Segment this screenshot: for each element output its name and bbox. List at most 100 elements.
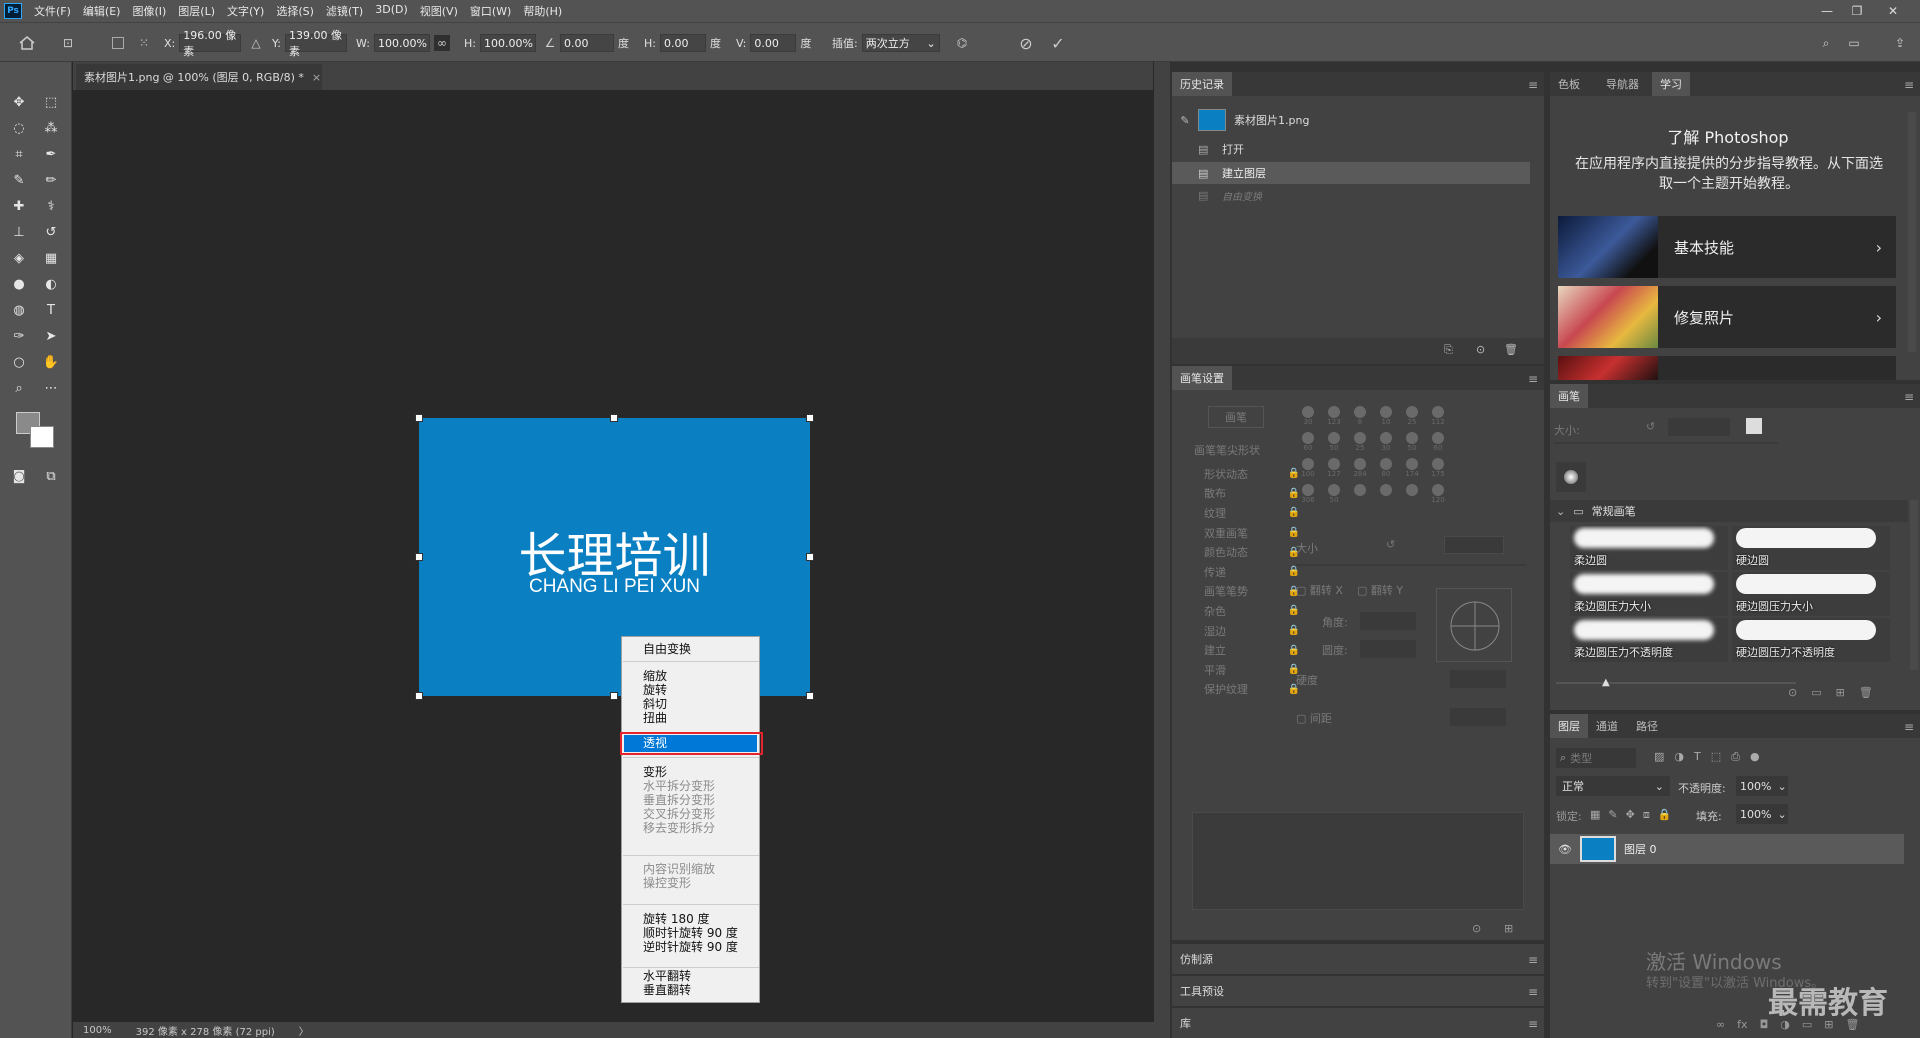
history-brush-icon[interactable]: ↺ bbox=[40, 222, 62, 242]
screen-mode-icon[interactable]: ⧉ bbox=[40, 466, 62, 486]
size-input[interactable] bbox=[1444, 536, 1504, 554]
document-tab-close-icon[interactable]: × bbox=[312, 71, 321, 84]
brush-tip[interactable]: 175 bbox=[1426, 458, 1450, 482]
link-layers-icon[interactable]: ∞ bbox=[1716, 1018, 1725, 1031]
panel-menu-icon[interactable]: ≡ bbox=[1528, 985, 1538, 999]
brush-tip[interactable] bbox=[1400, 484, 1424, 508]
brush-tip[interactable]: 60 bbox=[1426, 432, 1450, 456]
brush-option[interactable]: 保护纹理 🔒 bbox=[1190, 680, 1300, 700]
healing-tool-icon[interactable]: ✚ bbox=[8, 196, 30, 216]
pencil-tool-icon[interactable]: ✏ bbox=[40, 170, 62, 190]
brush-preset-icon[interactable] bbox=[1746, 418, 1762, 434]
h-input[interactable]: 100.00% bbox=[479, 34, 536, 52]
adjustment-layer-icon[interactable]: ◑ bbox=[1780, 1018, 1790, 1031]
gradient-tool-icon[interactable]: ▦ bbox=[40, 248, 62, 268]
menu-1[interactable]: 编辑(E) bbox=[77, 3, 127, 19]
brush-tip[interactable] bbox=[1374, 484, 1398, 508]
brush-preset[interactable]: 柔边圆压力不透明度 bbox=[1570, 618, 1728, 662]
eye-icon[interactable]: 👁 bbox=[1558, 843, 1572, 856]
home-icon[interactable] bbox=[18, 33, 36, 53]
pen-tool-icon[interactable]: ✑ bbox=[8, 326, 30, 346]
warp-mode-icon[interactable]: ⌬ bbox=[954, 33, 970, 53]
menu-item-rotate-ccw-90[interactable]: 逆时针旋转 90 度 bbox=[643, 940, 738, 954]
y-field[interactable]: Y: 139.00 像素 bbox=[272, 29, 347, 58]
brush-option[interactable]: 杂色 🔒 bbox=[1190, 601, 1300, 621]
menu-8[interactable]: 视图(V) bbox=[414, 3, 464, 19]
search-icon[interactable]: ⌕ bbox=[1818, 33, 1834, 53]
brush-option[interactable]: 颜色动态 🔒 bbox=[1190, 542, 1300, 562]
transform-handle-t[interactable] bbox=[610, 414, 618, 422]
stamp-tool-icon[interactable]: ⊥ bbox=[8, 222, 30, 242]
link-icon[interactable]: ∞ bbox=[434, 33, 450, 53]
lock-icon[interactable]: 🔒 bbox=[1288, 625, 1300, 636]
brush-tip[interactable]: 306 bbox=[1296, 484, 1320, 508]
hskew-input[interactable]: 0.00 bbox=[659, 34, 706, 52]
brush-tip[interactable]: 10 bbox=[1374, 406, 1398, 430]
tab-channels[interactable]: 通道 bbox=[1588, 714, 1626, 738]
marquee-tool-icon[interactable]: ⬚ bbox=[40, 92, 62, 112]
history-item-current[interactable]: ▤ 建立图层 bbox=[1172, 162, 1530, 184]
new-group-icon[interactable]: ▭ bbox=[1802, 1018, 1812, 1031]
lock-all-icon[interactable]: 🔒 bbox=[1658, 808, 1672, 822]
trash-icon[interactable]: 🗑 bbox=[1846, 1018, 1860, 1031]
y-input[interactable]: 139.00 像素 bbox=[284, 29, 347, 58]
filter-toggle-icon[interactable]: ● bbox=[1750, 750, 1760, 764]
transform-handle-bl[interactable] bbox=[415, 692, 423, 700]
type-tool-icon[interactable]: T bbox=[40, 300, 62, 320]
menu-0[interactable]: 文件(F) bbox=[28, 3, 77, 19]
toggle-preview-icon[interactable]: ⊙ bbox=[1788, 686, 1797, 699]
relative-position-icon[interactable]: △ bbox=[248, 33, 264, 53]
spacing-input[interactable] bbox=[1450, 708, 1506, 726]
brush-tip[interactable]: 50 bbox=[1322, 484, 1346, 508]
tab-paths[interactable]: 路径 bbox=[1628, 714, 1666, 738]
tab-layers[interactable]: 图层 bbox=[1550, 714, 1588, 738]
brush-option[interactable]: 传递 🔒 bbox=[1190, 562, 1300, 582]
tab-history[interactable]: 历史记录 bbox=[1172, 72, 1232, 96]
w-input[interactable]: 100.00% bbox=[373, 34, 430, 52]
path-select-icon[interactable]: ➤ bbox=[40, 326, 62, 346]
learn-card-partial[interactable] bbox=[1558, 356, 1896, 380]
brush-tip[interactable]: 284 bbox=[1348, 458, 1372, 482]
camera-icon[interactable]: ⊙ bbox=[1476, 343, 1485, 356]
layer-row[interactable]: 👁 图层 0 bbox=[1550, 834, 1904, 864]
add-mask-icon[interactable]: ◘ bbox=[1760, 1018, 1769, 1031]
vskew-field[interactable]: V: 0.00 度 bbox=[736, 33, 811, 53]
menu-item-free-transform[interactable]: 自由变换 bbox=[643, 642, 691, 656]
angle-input[interactable] bbox=[1360, 612, 1416, 630]
libraries-panel[interactable]: 库 ≡ bbox=[1172, 1008, 1544, 1038]
size-slider[interactable] bbox=[1296, 564, 1526, 566]
h-field[interactable]: H: 100.00% bbox=[464, 33, 536, 53]
eraser-tool-icon[interactable]: ◈ bbox=[8, 248, 30, 268]
learn-card-basics[interactable]: 基本技能 › bbox=[1558, 216, 1896, 278]
lock-transparency-icon[interactable]: ▦ bbox=[1590, 808, 1600, 822]
share-icon[interactable]: ⇪ bbox=[1892, 33, 1908, 53]
interpolation-field[interactable]: 插值: 两次立方 ⌄ bbox=[832, 33, 940, 53]
lock-pixels-icon[interactable]: ✎ bbox=[1608, 808, 1617, 822]
menu-9[interactable]: 窗口(W) bbox=[464, 3, 517, 19]
brushes-scrollbar[interactable] bbox=[1910, 500, 1918, 670]
brush-tip[interactable]: 80 bbox=[1374, 458, 1398, 482]
interp-select[interactable]: 两次立方 ⌄ bbox=[861, 34, 940, 52]
menu-10[interactable]: 帮助(H) bbox=[517, 3, 568, 19]
history-item-undone[interactable]: ▤ 自由变换 bbox=[1172, 184, 1530, 206]
panel-menu-icon[interactable]: ≡ bbox=[1528, 78, 1538, 92]
panel-menu-icon[interactable]: ≡ bbox=[1528, 1017, 1538, 1031]
menu-item-skew[interactable]: 斜切 bbox=[643, 697, 667, 711]
menu-5[interactable]: 选择(S) bbox=[270, 3, 320, 19]
lock-icon[interactable]: 🔒 bbox=[1288, 605, 1300, 616]
trash-icon[interactable]: 🗑 bbox=[1859, 686, 1873, 699]
brush-option[interactable]: 纹理 🔒 bbox=[1190, 503, 1300, 523]
brush-size-slider[interactable] bbox=[1554, 442, 1778, 444]
brush-preset[interactable]: 柔边圆 bbox=[1570, 526, 1728, 570]
lock-icon[interactable]: 🔒 bbox=[1288, 645, 1300, 656]
crop-tool-icon[interactable]: ⌗ bbox=[8, 144, 30, 164]
menu-6[interactable]: 滤镜(T) bbox=[320, 3, 369, 19]
brush-tip[interactable]: 100 bbox=[1296, 458, 1320, 482]
reset-size-icon[interactable]: ↺ bbox=[1646, 420, 1655, 433]
transform-handle-tl[interactable] bbox=[415, 414, 423, 422]
w-field[interactable]: W: 100.00% bbox=[356, 33, 430, 53]
transform-tool-icon[interactable]: ⊡ bbox=[60, 33, 76, 53]
blur-tool-icon[interactable]: ● bbox=[8, 274, 30, 294]
lasso-tool-icon[interactable]: ◌ bbox=[8, 118, 30, 138]
brush-option[interactable]: 散布 🔒 bbox=[1190, 484, 1300, 504]
